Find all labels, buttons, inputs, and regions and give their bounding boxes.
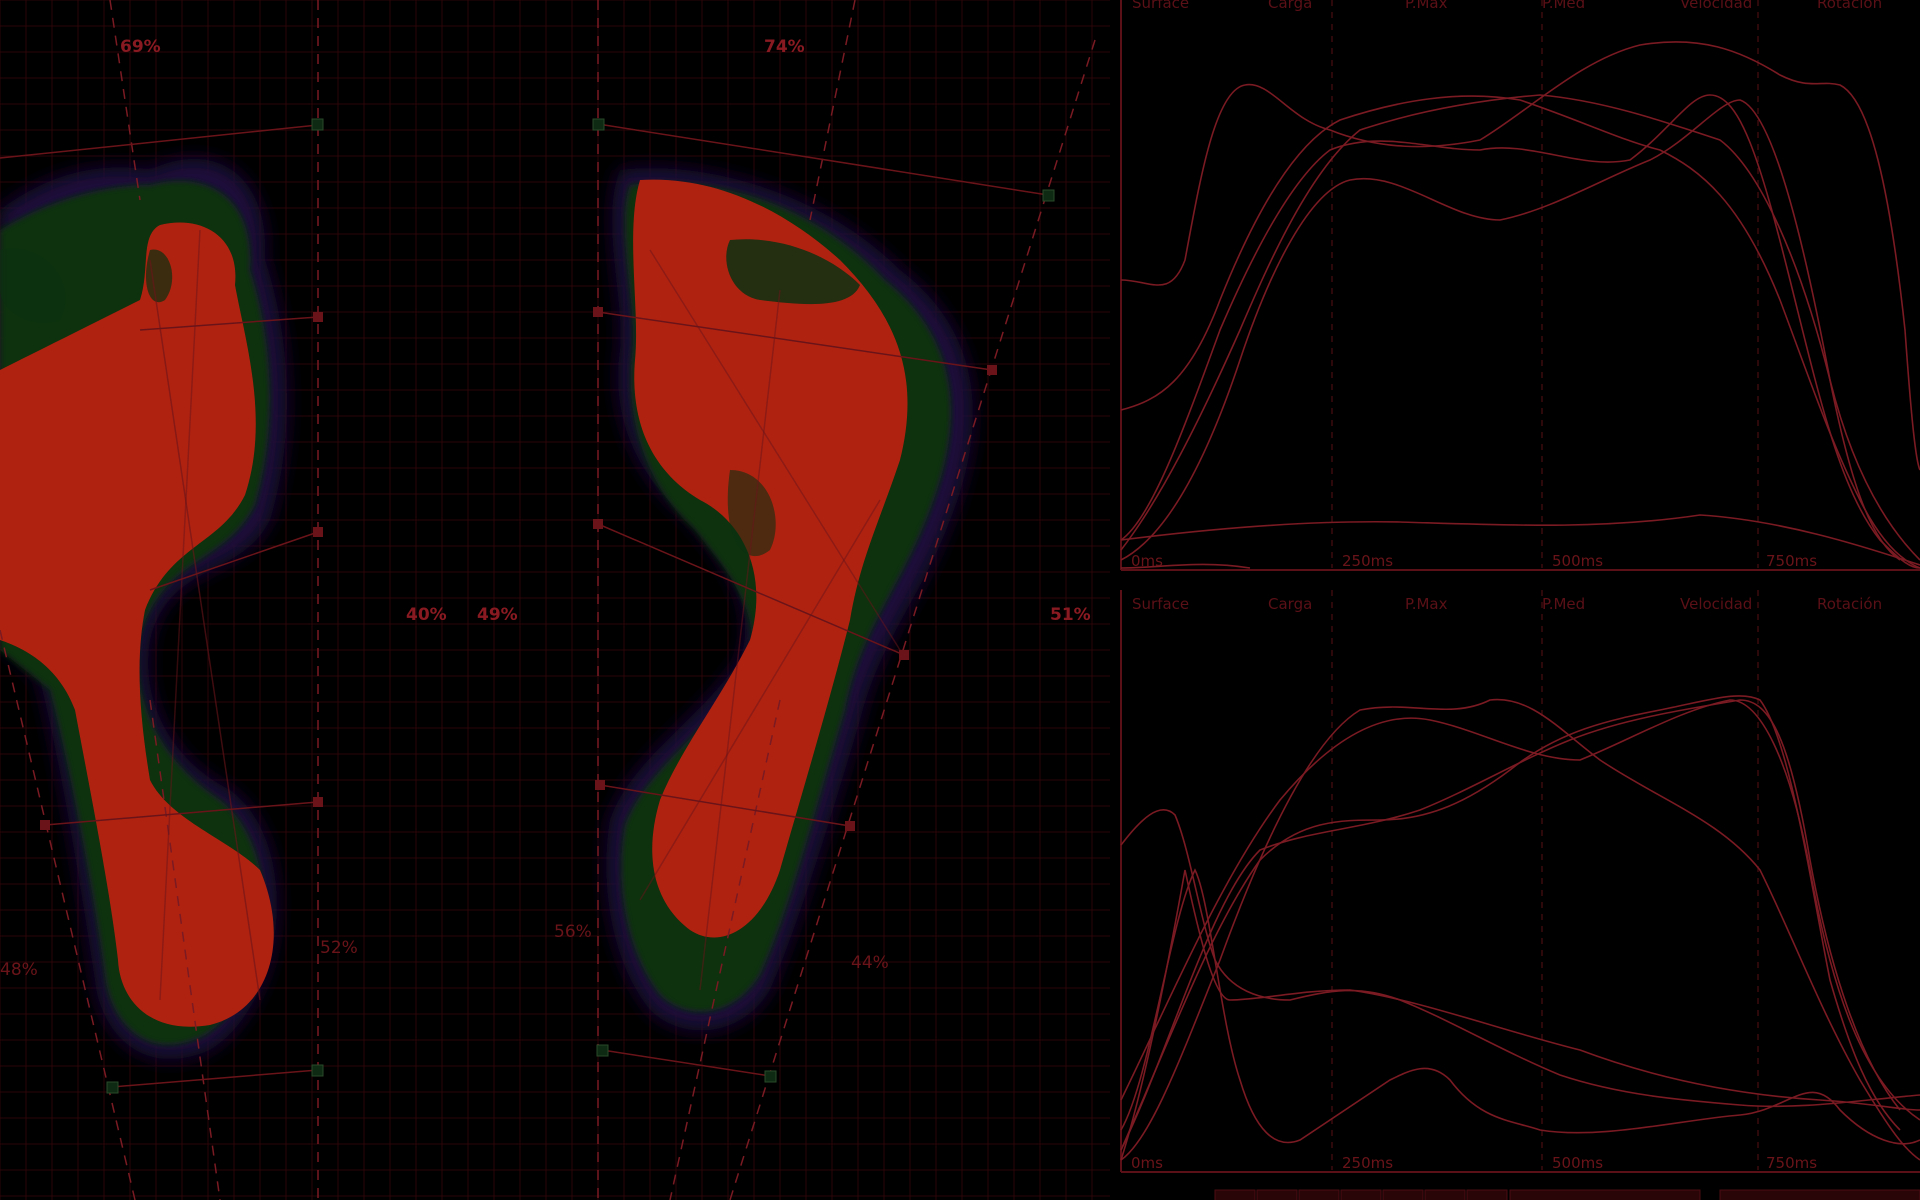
bottom-chart-axis-ticks: 0ms 250ms 500ms 750ms (1131, 1154, 1817, 1172)
metric-tab-rotacion[interactable]: Rotación (1817, 595, 1882, 613)
handle[interactable] (311, 118, 324, 131)
metric-tab-pmax[interactable]: P.Max (1405, 0, 1448, 12)
handle[interactable] (595, 780, 605, 790)
handle[interactable] (40, 820, 50, 830)
metric-tab-carga[interactable]: Carga (1268, 595, 1312, 613)
handle[interactable] (313, 312, 323, 322)
top-chart-curves (1120, 41, 1920, 569)
left-foot-top-percent: 69% (120, 37, 161, 57)
footprint-canvas[interactable]: 69% 40% 48% 52% 74% 49% 51% 56% 44% (0, 0, 1110, 1200)
toolbar-button[interactable] (1719, 1189, 1920, 1200)
curve (1120, 94, 1920, 561)
tick-label: 750ms (1766, 1154, 1817, 1172)
curve (1120, 41, 1920, 471)
metric-tab-pmax[interactable]: P.Max (1405, 595, 1448, 613)
right-foot-heatmap[interactable] (606, 168, 973, 1031)
handle[interactable] (313, 797, 323, 807)
right-foot-bottom-right-percent: 44% (851, 953, 889, 973)
tick-label: 500ms (1552, 552, 1603, 570)
top-chart-metric-tabs[interactable]: Surface Carga P.Max P.Med Velocidad Rota… (1132, 0, 1882, 12)
metric-tab-velocidad[interactable]: Velocidad (1680, 595, 1752, 613)
handle[interactable] (596, 1044, 609, 1057)
handle[interactable] (313, 527, 323, 537)
curve (1120, 868, 1920, 1145)
bottom-chart-curves (1120, 695, 1920, 1161)
handle[interactable] (899, 650, 909, 660)
right-foot-bottom-left-percent: 56% (554, 922, 592, 942)
metric-tab-pmed[interactable]: P.Med (1542, 0, 1585, 12)
pressure-analysis-view: 69% 40% 48% 52% 74% 49% 51% 56% 44% Surf… (0, 0, 1920, 1200)
toolbar-button[interactable] (1466, 1189, 1508, 1200)
handle[interactable] (1042, 189, 1055, 202)
top-chart-axis-ticks: 0ms 250ms 500ms 750ms (1131, 552, 1817, 570)
handle[interactable] (593, 307, 603, 317)
metric-tab-surface[interactable]: Surface (1132, 0, 1189, 12)
curve (1120, 698, 1920, 1161)
toolbar-button[interactable] (1214, 1189, 1256, 1200)
curve (1120, 94, 1920, 569)
tick-label: 250ms (1342, 552, 1393, 570)
toolbar-button[interactable] (1509, 1189, 1701, 1200)
handle[interactable] (987, 365, 997, 375)
toolbar-button[interactable] (1340, 1189, 1382, 1200)
curve (1120, 99, 1901, 561)
tick-label: 750ms (1766, 552, 1817, 570)
handle[interactable] (592, 118, 605, 131)
left-foot-right-percent: 40% (406, 605, 447, 625)
left-foot-bottom-right-percent: 52% (320, 938, 358, 958)
tick-label: 0ms (1131, 1154, 1163, 1172)
metric-tab-surface[interactable]: Surface (1132, 595, 1189, 613)
toolbar-button[interactable] (1382, 1189, 1424, 1200)
bottom-toolbar[interactable] (1214, 1189, 1920, 1200)
right-foot-left-percent: 49% (477, 605, 518, 625)
handle[interactable] (845, 821, 855, 831)
left-foot-heatmap[interactable] (0, 158, 287, 1060)
bottom-chart-panel[interactable]: Surface Carga P.Max P.Med Velocidad Rota… (1120, 590, 1920, 1173)
bottom-chart-metric-tabs[interactable]: Surface Carga P.Max P.Med Velocidad Rota… (1132, 595, 1882, 613)
curve (1120, 869, 1920, 1161)
curve (1120, 95, 1920, 569)
tick-label: 500ms (1552, 1154, 1603, 1172)
toolbar-button[interactable] (1298, 1189, 1340, 1200)
right-foot-right-percent: 51% (1050, 605, 1091, 625)
toolbar-button[interactable] (1424, 1189, 1466, 1200)
tick-label: 250ms (1342, 1154, 1393, 1172)
toolbar-button[interactable] (1256, 1189, 1298, 1200)
top-chart-panel[interactable]: Surface Carga P.Max P.Med Velocidad Rota… (1120, 0, 1920, 571)
tick-label: 0ms (1131, 552, 1163, 570)
handle[interactable] (106, 1081, 119, 1094)
right-foot-top-percent: 74% (764, 37, 805, 57)
handle[interactable] (593, 519, 603, 529)
metric-tab-carga[interactable]: Carga (1268, 0, 1312, 12)
metric-tab-velocidad[interactable]: Velocidad (1680, 0, 1752, 12)
handle[interactable] (311, 1064, 324, 1077)
left-foot-bottom-left-percent: 48% (0, 960, 38, 980)
metric-tab-rotacion[interactable]: Rotación (1817, 0, 1882, 12)
metric-tab-pmed[interactable]: P.Med (1542, 595, 1585, 613)
handle[interactable] (764, 1070, 777, 1083)
